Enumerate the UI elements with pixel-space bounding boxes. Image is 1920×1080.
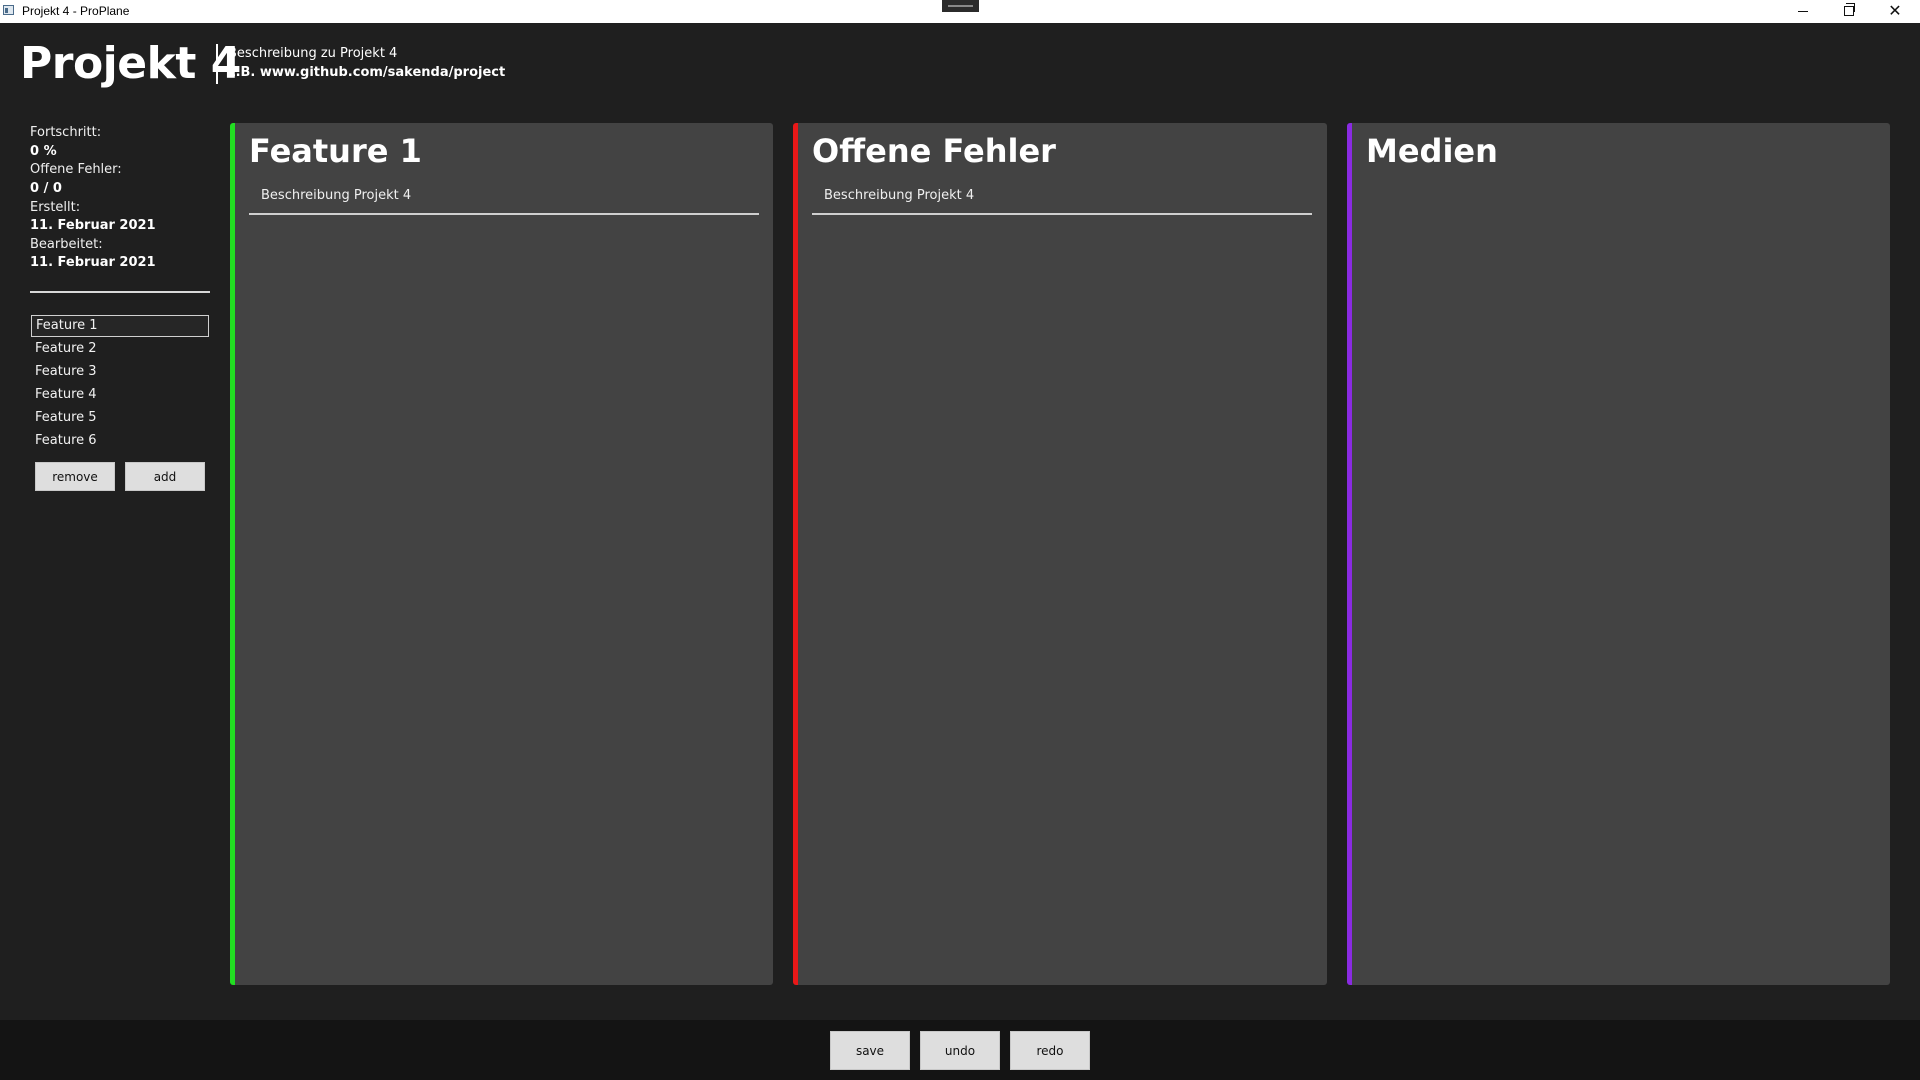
minimize-button[interactable] — [1780, 0, 1826, 22]
media-panel: Medien — [1347, 123, 1890, 985]
media-panel-title: Medien — [1366, 132, 1498, 170]
feature-panel-title[interactable]: Feature 1 — [249, 131, 422, 171]
open-errors-label: Offene Fehler: — [30, 162, 122, 177]
edited-value: 11. Februar 2021 — [30, 255, 156, 270]
add-feature-button[interactable]: add — [125, 462, 205, 491]
minimize-icon — [1798, 10, 1808, 12]
restore-icon — [1844, 3, 1855, 16]
window-titlebar: Projekt 4 - ProPlane ✕ — [0, 0, 1920, 23]
project-description[interactable]: Beschreibung zu Projekt 4 — [228, 46, 397, 62]
feature-list-item[interactable]: Feature 2 — [31, 338, 209, 360]
undo-button[interactable]: undo — [920, 1031, 1000, 1070]
project-link[interactable]: z.B. www.github.com/sakenda/project — [228, 65, 505, 81]
errors-panel: Offene Fehler Beschreibung Projekt 4 — [793, 123, 1327, 985]
feature-list-item[interactable]: Feature 6 — [31, 430, 209, 452]
sidebar-divider — [30, 291, 210, 293]
project-title[interactable]: Projekt 4 — [20, 36, 241, 92]
window-title: Projekt 4 - ProPlane — [22, 4, 130, 18]
feature-list-item[interactable]: Feature 3 — [31, 361, 209, 383]
progress-value: 0 % — [30, 144, 57, 159]
progress-label: Fortschritt: — [30, 125, 102, 140]
app-icon — [3, 5, 14, 15]
remove-feature-button[interactable]: remove — [35, 462, 115, 491]
errors-panel-title: Offene Fehler — [812, 132, 1056, 170]
feature-description-text: Beschreibung Projekt 4 — [261, 188, 412, 203]
open-errors-value: 0 / 0 — [30, 181, 62, 196]
feature-list: Feature 1 Feature 2 Feature 3 Feature 4 … — [31, 315, 209, 453]
save-button[interactable]: save — [830, 1031, 910, 1070]
feature-description-field[interactable]: Beschreibung Projekt 4 — [249, 181, 759, 215]
edited-label: Bearbeitet: — [30, 237, 103, 252]
feature-list-item[interactable]: Feature 1 — [31, 315, 209, 337]
feature-panel: Feature 1 Beschreibung Projekt 4 — [230, 123, 773, 985]
restore-button[interactable] — [1826, 0, 1872, 22]
errors-description-field[interactable]: Beschreibung Projekt 4 — [812, 181, 1312, 215]
close-icon: ✕ — [1888, 1, 1902, 20]
redo-button[interactable]: redo — [1010, 1031, 1090, 1070]
drag-grip-icon[interactable] — [942, 0, 979, 12]
feature-list-item[interactable]: Feature 5 — [31, 407, 209, 429]
errors-description-text: Beschreibung Projekt 4 — [824, 188, 975, 203]
created-value: 11. Februar 2021 — [30, 218, 156, 233]
header-divider — [216, 44, 218, 84]
created-label: Erstellt: — [30, 200, 81, 215]
close-button[interactable]: ✕ — [1872, 0, 1918, 22]
feature-list-item[interactable]: Feature 4 — [31, 384, 209, 406]
